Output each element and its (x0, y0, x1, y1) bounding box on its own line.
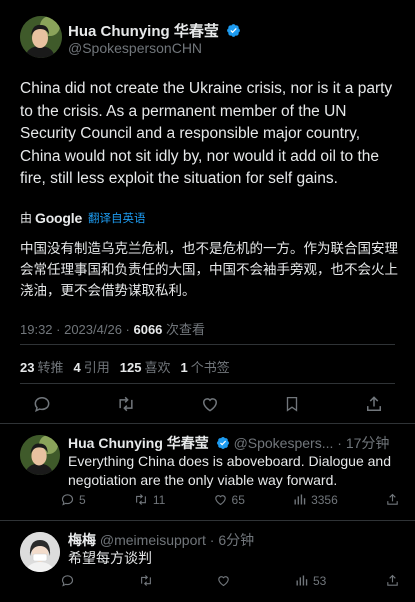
retweets-label: 转推 (37, 360, 64, 375)
reply-avatar[interactable] (20, 435, 60, 475)
reply-text: 希望每方谈判 (68, 550, 152, 566)
quotes-label: 引用 (83, 360, 110, 375)
verified-badge-icon (216, 436, 230, 453)
retweets-stat[interactable]: 23 转推 (20, 357, 63, 376)
tweet-stats: 23 转推 4 引用 125 喜欢 1 个书签 (20, 357, 230, 376)
reply-item[interactable]: Hua Chunying 华春莹 @Spokespers... · 17分钟 E… (0, 424, 415, 520)
retweet-icon[interactable] (115, 394, 137, 414)
reply-text: Everything China does is aboveboard. Dia… (68, 453, 391, 488)
view-count: 53 (312, 573, 327, 588)
share-icon (387, 493, 398, 505)
quotes-count: 4 (73, 360, 81, 375)
reply-icon[interactable] (32, 394, 52, 414)
reply-button[interactable] (60, 573, 79, 588)
view-count: 3356 (311, 492, 338, 507)
reply-author-name[interactable]: Hua Chunying 华春莹 (68, 435, 209, 451)
likes-stat[interactable]: 125 喜欢 (120, 357, 171, 376)
google-logo: Google (35, 210, 82, 226)
divider (20, 344, 395, 345)
verified-badge-icon (226, 23, 241, 42)
views-button[interactable]: 53 (294, 573, 326, 588)
author-handle[interactable]: @SpokespersonCHN (68, 40, 202, 56)
quotes-stat[interactable]: 4 引用 (73, 357, 109, 376)
reply-icon (61, 575, 74, 587)
tweet-timestamp[interactable]: 19:32 · 2023/4/26 · (20, 322, 133, 337)
reply-handle-time[interactable]: @Spokespers... · 17分钟 (234, 435, 390, 451)
retweet-button[interactable]: 11 (133, 492, 165, 507)
translate-link[interactable]: 翻译自英语 (88, 210, 146, 226)
bookmarks-stat[interactable]: 1 个书签 (180, 357, 229, 376)
like-icon (218, 576, 230, 587)
like-button[interactable] (216, 573, 235, 588)
reply-item[interactable]: 梅梅 @meimeisupport · 6分钟 希望每方谈判 53 (0, 521, 415, 602)
tweet-action-bar (0, 392, 415, 416)
divider (20, 383, 395, 384)
reply-action-bar: 5 11 65 3356 (60, 492, 400, 507)
reply-header: Hua Chunying 华春莹 @Spokespers... · 17分钟 (68, 433, 389, 453)
reply-count: 5 (79, 492, 86, 507)
like-icon (214, 495, 226, 506)
reply-button[interactable]: 5 (60, 492, 86, 507)
retweet-count: 11 (152, 492, 166, 507)
reply-avatar[interactable] (20, 532, 60, 572)
author-name[interactable]: Hua Chunying 华春莹 (68, 20, 241, 42)
views-icon (296, 575, 308, 586)
views-icon (294, 494, 306, 505)
reply-action-bar: 53 (60, 573, 400, 588)
retweets-count: 23 (20, 360, 35, 375)
like-count: 65 (231, 492, 245, 507)
reply-author-name[interactable]: 梅梅 (68, 532, 96, 548)
reply-handle-time[interactable]: @meimeisupport · 6分钟 (100, 532, 254, 548)
bookmark-icon[interactable] (283, 394, 301, 414)
share-button[interactable] (385, 492, 400, 507)
tweet-text: China did not create the Ukraine crisis,… (20, 80, 393, 187)
bookmarks-count: 1 (180, 360, 188, 375)
likes-count: 125 (119, 360, 142, 375)
google-logo-text: Google (35, 209, 83, 226)
author-name-text[interactable]: Hua Chunying 华春莹 (68, 23, 219, 40)
author-avatar[interactable] (20, 16, 62, 58)
retweet-icon (135, 494, 146, 505)
views-button[interactable]: 3356 (292, 492, 338, 507)
retweet-icon (140, 575, 151, 586)
share-button[interactable] (385, 573, 400, 588)
bookmarks-label: 个书签 (190, 360, 230, 375)
translation-attribution: 由 Google 翻译自英语 (20, 209, 146, 226)
views-label: 次查看 (162, 322, 206, 337)
reply-header: 梅梅 @meimeisupport · 6分钟 (68, 530, 254, 550)
share-icon (387, 574, 398, 586)
like-icon[interactable] (200, 394, 220, 414)
share-icon[interactable] (364, 394, 384, 414)
views-count: 6066 (133, 322, 163, 337)
like-button[interactable]: 65 (213, 492, 245, 507)
translated-by-prefix: 由 (20, 211, 33, 225)
reply-icon (61, 494, 74, 506)
likes-label: 喜欢 (144, 360, 171, 375)
tweet-meta: 19:32 · 2023/4/26 · 6066 次查看 (20, 319, 205, 338)
retweet-button[interactable] (138, 573, 158, 588)
translated-text: 中国没有制造乌克兰危机，也不是危机的一方。作为联合国安理会常任理事国和负责任的大… (20, 241, 398, 298)
